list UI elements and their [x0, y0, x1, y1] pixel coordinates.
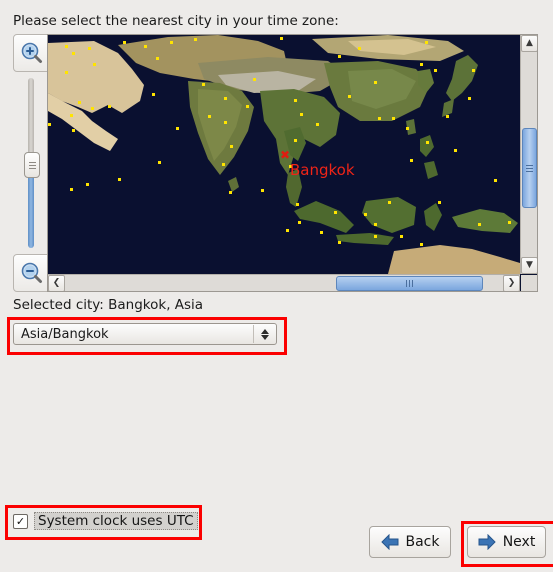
utc-checkbox-highlight: ✓ System clock uses UTC: [5, 505, 202, 540]
map-zoom-controls: [13, 34, 51, 292]
zoom-out-button[interactable]: [13, 254, 51, 292]
vertical-scrollbar-thumb[interactable]: [522, 128, 537, 208]
map-zoom-slider[interactable]: [24, 78, 40, 248]
next-button-highlight: Next: [461, 521, 553, 567]
utc-checkbox-label: System clock uses UTC: [34, 512, 198, 530]
map-vertical-scrollbar[interactable]: ▲ ▼: [520, 35, 537, 274]
map-horizontal-scrollbar[interactable]: ❮ ❯: [48, 274, 520, 291]
arrow-left-icon: [380, 534, 398, 550]
map-viewport[interactable]: ✖ Bangkok: [48, 35, 520, 274]
horizontal-scrollbar-thumb[interactable]: [336, 276, 483, 291]
timezone-map-widget: ✖ Bangkok ▲ ▼ ❮ ❯: [0, 32, 553, 294]
magnifier-plus-icon: [21, 42, 42, 63]
utc-checkbox-row[interactable]: ✓ System clock uses UTC: [13, 512, 198, 530]
timezone-value: Asia/Bangkok: [21, 326, 109, 342]
back-button-label: Back: [405, 534, 440, 550]
selected-city-text: Selected city: Bangkok, Asia: [13, 297, 204, 313]
map-frame: ✖ Bangkok ▲ ▼ ❮ ❯: [47, 34, 538, 292]
scroll-up-button[interactable]: ▲: [521, 35, 537, 52]
chevron-right-icon: ❯: [507, 278, 516, 288]
zoom-slider-handle[interactable]: [24, 152, 40, 178]
selected-city-map-label: Bangkok: [290, 161, 355, 179]
next-button[interactable]: Next: [467, 526, 546, 558]
magnifier-minus-icon: [21, 262, 42, 283]
utc-checkbox[interactable]: ✓: [13, 513, 28, 529]
chevron-down-icon: ▼: [526, 260, 533, 270]
timezone-combobox-highlight: Asia/Bangkok: [7, 317, 287, 355]
next-button-label: Next: [502, 534, 536, 550]
timezone-combobox[interactable]: Asia/Bangkok: [13, 323, 277, 345]
arrow-right-icon: [478, 534, 496, 550]
back-button[interactable]: Back: [369, 526, 451, 558]
scroll-left-button[interactable]: ❮: [48, 275, 65, 291]
chevron-up-icon: ▲: [526, 38, 533, 48]
zoom-slider-track-upper: [28, 78, 34, 156]
page-title: Please select the nearest city in your t…: [13, 13, 339, 29]
scroll-down-button[interactable]: ▼: [521, 257, 537, 274]
chevron-updown-icon: [254, 328, 276, 340]
scrollbar-corner: [521, 275, 537, 291]
zoom-in-button[interactable]: [13, 34, 51, 72]
selected-city-marker-icon: ✖: [280, 148, 291, 162]
scroll-right-button[interactable]: ❯: [503, 275, 520, 291]
zoom-slider-track-lower: [28, 168, 34, 248]
chevron-left-icon: ❮: [52, 278, 61, 288]
